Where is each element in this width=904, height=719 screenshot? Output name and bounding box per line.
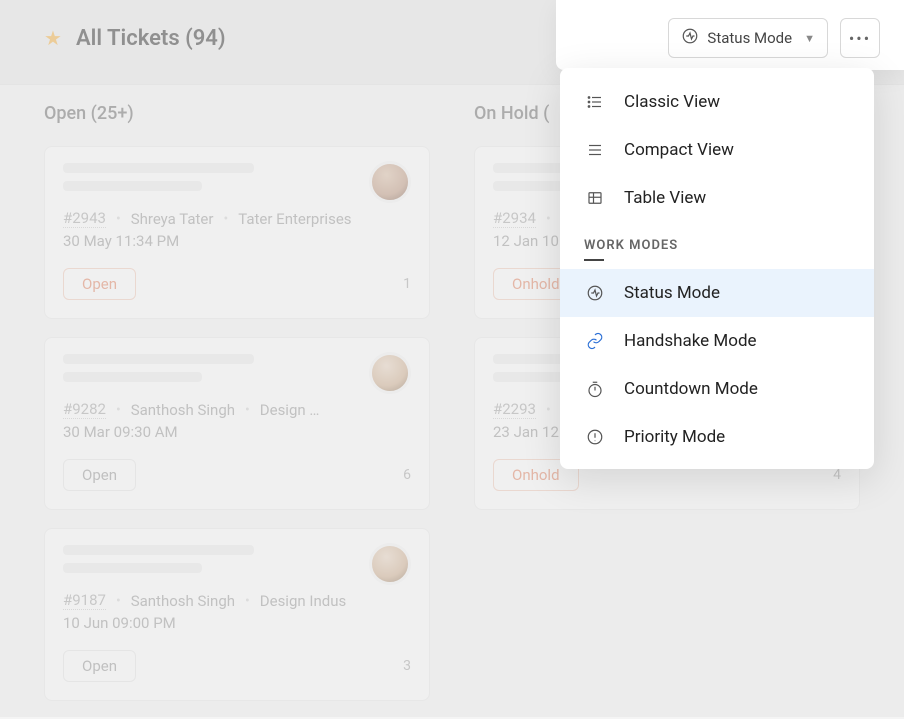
menu-item-label: Priority Mode bbox=[624, 427, 725, 447]
avatar bbox=[369, 161, 411, 203]
ticket-company: Design Indus bbox=[260, 592, 346, 610]
menu-item-priority-mode[interactable]: Priority Mode bbox=[560, 413, 874, 461]
chevron-down-icon: ▼ bbox=[804, 32, 815, 45]
ticket-count: 3 bbox=[403, 658, 411, 674]
star-icon: ★ bbox=[44, 26, 62, 50]
separator-dot: • bbox=[245, 593, 250, 609]
ticket-meta: #2943 • Shreya Tater • Tater Enterprises bbox=[63, 209, 411, 228]
menu-item-label: Table View bbox=[624, 188, 706, 208]
card-footer: Open 1 bbox=[63, 268, 411, 300]
avatar bbox=[369, 543, 411, 585]
separator-dot: • bbox=[116, 593, 121, 609]
separator-dot: • bbox=[116, 211, 121, 227]
ticket-assignee: Shreya Tater bbox=[131, 210, 214, 228]
menu-section-header: WORK MODES bbox=[560, 222, 874, 269]
ticket-assignee: Santhosh Singh bbox=[131, 592, 235, 610]
separator-dot: • bbox=[245, 402, 250, 418]
timer-icon bbox=[584, 380, 606, 398]
separator-dot: • bbox=[116, 402, 121, 418]
status-badge[interactable]: Open bbox=[63, 459, 136, 491]
ticket-count: 1 bbox=[403, 276, 411, 292]
menu-item-label: Classic View bbox=[624, 92, 720, 112]
ticket-id[interactable]: #2934 bbox=[493, 209, 536, 228]
menu-item-label: Countdown Mode bbox=[624, 379, 758, 399]
more-button[interactable]: ••• bbox=[840, 18, 880, 58]
menu-item-table-view[interactable]: Table View bbox=[560, 174, 874, 222]
skeleton-line bbox=[63, 563, 202, 573]
avatar bbox=[369, 352, 411, 394]
separator-dot: • bbox=[546, 211, 551, 227]
ticket-date: 30 May 11:34 PM bbox=[63, 232, 411, 250]
skeleton-line bbox=[63, 163, 254, 173]
menu-item-compact-view[interactable]: Compact View bbox=[560, 126, 874, 174]
ticket-count: 6 bbox=[403, 467, 411, 483]
header-left: ★ All Tickets (94) bbox=[44, 26, 226, 51]
ticket-card[interactable]: #9282 • Santhosh Singh • Design … 30 Mar… bbox=[44, 337, 430, 510]
menu-section-underline bbox=[584, 259, 604, 261]
ticket-card[interactable]: #9187 • Santhosh Singh • Design Indus 10… bbox=[44, 528, 430, 701]
ticket-id[interactable]: #9187 bbox=[63, 591, 106, 610]
ticket-id[interactable]: #9282 bbox=[63, 400, 106, 419]
status-mode-button[interactable]: Status Mode ▼ bbox=[668, 18, 828, 58]
list-icon bbox=[584, 93, 606, 111]
column-open: Open (25+) #2943 • Shreya Tater • Tater … bbox=[0, 103, 430, 719]
menu-item-label: Status Mode bbox=[624, 283, 720, 303]
lines-icon bbox=[584, 141, 606, 159]
card-footer: Open 6 bbox=[63, 459, 411, 491]
menu-section-label: WORK MODES bbox=[584, 238, 850, 253]
ticket-date: 30 Mar 09:30 AM bbox=[63, 423, 411, 441]
card-footer: Open 3 bbox=[63, 650, 411, 682]
more-icon: ••• bbox=[849, 29, 871, 48]
separator-dot: • bbox=[223, 211, 228, 227]
link-icon bbox=[584, 332, 606, 350]
menu-item-handshake-mode[interactable]: Handshake Mode bbox=[560, 317, 874, 365]
status-badge[interactable]: Open bbox=[63, 268, 136, 300]
menu-item-label: Handshake Mode bbox=[624, 331, 757, 351]
header-right: Status Mode ▼ ••• bbox=[668, 18, 880, 58]
ticket-company: Design … bbox=[260, 401, 320, 419]
ticket-meta: #9282 • Santhosh Singh • Design … bbox=[63, 400, 411, 419]
ticket-card[interactable]: #2943 • Shreya Tater • Tater Enterprises… bbox=[44, 146, 430, 319]
ticket-id[interactable]: #2293 bbox=[493, 400, 536, 419]
ticket-date: 10 Jun 09:00 PM bbox=[63, 614, 411, 632]
column-title: Open (25+) bbox=[44, 103, 430, 124]
view-mode-menu: Classic View Compact View Table View WOR… bbox=[560, 68, 874, 469]
ticket-company: Tater Enterprises bbox=[238, 210, 351, 228]
menu-item-classic-view[interactable]: Classic View bbox=[560, 78, 874, 126]
skeleton-line bbox=[63, 181, 202, 191]
skeleton-line bbox=[63, 354, 254, 364]
activity-icon bbox=[681, 27, 699, 49]
alert-icon bbox=[584, 428, 606, 446]
skeleton-line bbox=[63, 545, 254, 555]
ticket-id[interactable]: #2943 bbox=[63, 209, 106, 228]
ticket-meta: #9187 • Santhosh Singh • Design Indus bbox=[63, 591, 411, 610]
menu-item-label: Compact View bbox=[624, 140, 734, 160]
ticket-assignee: Santhosh Singh bbox=[131, 401, 235, 419]
mode-button-label: Status Mode bbox=[707, 29, 792, 47]
menu-item-countdown-mode[interactable]: Countdown Mode bbox=[560, 365, 874, 413]
menu-item-status-mode[interactable]: Status Mode bbox=[560, 269, 874, 317]
ticket-count: 4 bbox=[833, 467, 841, 483]
skeleton-line bbox=[63, 372, 202, 382]
status-badge[interactable]: Open bbox=[63, 650, 136, 682]
table-icon bbox=[584, 189, 606, 207]
separator-dot: • bbox=[546, 402, 551, 418]
activity-icon bbox=[584, 284, 606, 302]
page-title: All Tickets (94) bbox=[76, 26, 226, 51]
